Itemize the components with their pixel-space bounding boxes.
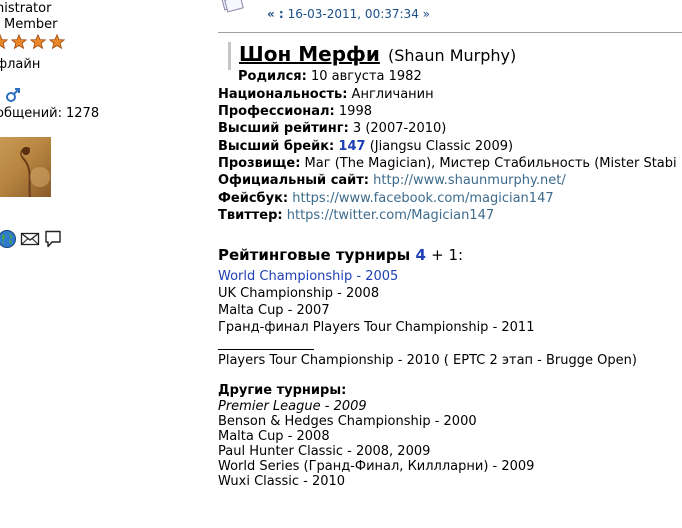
avatar[interactable]: [0, 137, 51, 197]
facebook-label: Фейсбук:: [218, 191, 289, 206]
other-heading-text: Другие турниры:: [218, 383, 347, 398]
star-icon: [0, 33, 8, 50]
break-label: Высший брейк:: [218, 139, 335, 154]
player-name-ru: Шон Мерфи: [239, 42, 380, 66]
male-symbol-icon: [6, 88, 20, 102]
twitter-line: Твиттер: https://twitter.com/Magician147: [218, 207, 494, 224]
post-count: общений: 1278: [0, 106, 99, 122]
site-link[interactable]: http://www.shaunmurphy.net/: [373, 173, 566, 188]
ranking-separator: [218, 349, 314, 350]
facebook-line: Фейсбук: https://www.facebook.com/magici…: [218, 190, 554, 207]
twitter-label: Твиттер:: [218, 208, 283, 223]
rank-stars: [0, 33, 68, 53]
ranking-extra: + 1:: [431, 246, 464, 264]
post-count-label: общений:: [0, 106, 62, 121]
star-icon: [49, 33, 65, 50]
avatar-image: [20, 146, 50, 197]
break-note: (Jiangsu Classic 2009): [369, 139, 514, 154]
break-line: Высший брейк: 147 (Jiangsu Classic 2009): [218, 138, 513, 155]
rank-value: 3 (2007-2010): [352, 121, 447, 136]
nickname-value: Маг (The Magician), Мистер Стабильность …: [304, 156, 677, 171]
ranking-title: UK Championship - 2008: [218, 286, 380, 301]
other-title: Wuxi Classic - 2010: [218, 474, 346, 489]
pro-label: Профессионал:: [218, 104, 335, 119]
online-status: флайн: [0, 57, 41, 72]
ranking-count: 4: [415, 246, 426, 264]
player-name-en: (Shaun Murphy): [388, 46, 517, 65]
nickname-line: Прозвище: Маг (The Magician), Мистер Ста…: [218, 155, 677, 172]
author-role: nistrator: [0, 1, 52, 16]
ranking-extra-title: Players Tour Championship - 2010 ( EPTC …: [218, 353, 637, 368]
post-date-suffix: »: [422, 7, 430, 21]
post-date-prefix: « :: [267, 7, 284, 21]
ranking-title[interactable]: World Championship - 2005: [218, 268, 398, 285]
player-name-line: Шон Мерфи (Shaun Murphy): [228, 42, 516, 70]
born-value: 10 августа 1982: [310, 69, 422, 84]
speech-bubble-icon[interactable]: [43, 229, 63, 249]
twitter-link[interactable]: https://twitter.com/Magician147: [287, 208, 494, 223]
site-line: Официальный сайт: http://www.shaunmurphy…: [218, 172, 566, 189]
other-heading: Другие турниры:: [218, 382, 346, 399]
nationality-value: Англичанин: [351, 87, 434, 102]
nationality-label: Национальность:: [218, 87, 348, 102]
break-value: 147: [338, 139, 366, 154]
pro-line: Профессионал: 1998: [218, 103, 372, 120]
nationality-line: Национальность: Англичанин: [218, 86, 434, 103]
ranking-title-text[interactable]: World Championship - 2005: [218, 269, 398, 284]
post-count-value: 1278: [66, 106, 100, 121]
contact-icons: [0, 229, 66, 249]
ranking-heading: Рейтинговые турниры 4 + 1:: [218, 246, 463, 264]
post-date-value: 16-03-2011, 00:37:34: [287, 7, 419, 21]
born-label: Родился:: [238, 69, 307, 84]
ranking-title: Гранд-финал Players Tour Championship - …: [218, 320, 535, 335]
site-label: Официальный сайт:: [218, 173, 370, 188]
ranking-title: Malta Cup - 2007: [218, 303, 330, 318]
author-group: Member: [4, 17, 58, 32]
author-sidebar: nistrator Member флайн общений: 1278: [0, 0, 205, 528]
ranking-heading-text: Рейтинговые турниры: [218, 246, 411, 264]
envelope-icon[interactable]: [20, 229, 40, 249]
star-icon: [11, 33, 27, 50]
pro-value: 1998: [338, 104, 372, 119]
facebook-link[interactable]: https://www.facebook.com/magician147: [292, 191, 553, 206]
born-line: Родился: 10 августа 1982: [238, 68, 422, 85]
rank-label: Высший рейтинг:: [218, 121, 349, 136]
post-date: « : 16-03-2011, 00:37:34 »: [267, 6, 430, 22]
nickname-label: Прозвище:: [218, 156, 301, 171]
star-icon: [30, 33, 46, 50]
rank-line: Высший рейтинг: 3 (2007-2010): [218, 120, 446, 137]
post-icon: [221, 0, 244, 13]
post-divider: [218, 32, 682, 33]
globe-icon[interactable]: [0, 229, 17, 249]
